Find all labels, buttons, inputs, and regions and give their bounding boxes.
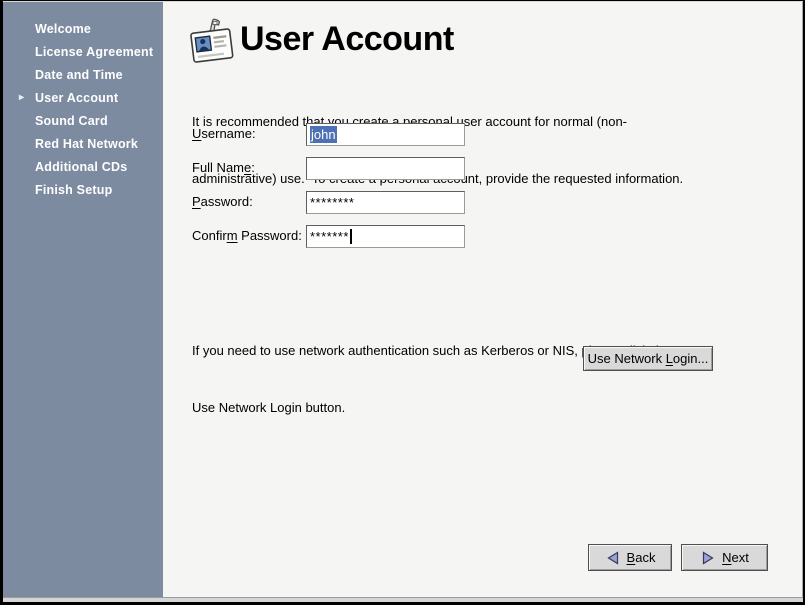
network-auth-line: Use Network Login button. — [192, 398, 670, 417]
sidebar-item-license-agreement: License Agreement — [3, 40, 163, 63]
sidebar-item-red-hat-network: Red Hat Network — [3, 132, 163, 155]
sidebar-item-finish-setup: Finish Setup — [3, 178, 163, 201]
window-content: Welcome License Agreement Date and Time … — [3, 1, 803, 602]
network-auth-text: If you need to use network authenticatio… — [192, 303, 670, 455]
full-name-input[interactable] — [306, 157, 465, 180]
sidebar-item-label: Additional CDs — [35, 160, 127, 174]
sidebar-item-date-and-time: Date and Time — [3, 63, 163, 86]
sidebar-item-welcome: Welcome — [3, 17, 163, 40]
page-title: User Account — [240, 20, 454, 59]
full-name-label: Full Name: — [192, 160, 255, 175]
selected-text: john — [310, 126, 337, 143]
confirm-password-input[interactable]: ******* — [306, 225, 465, 248]
next-button[interactable]: Next — [681, 544, 768, 571]
password-label: Password: — [192, 194, 253, 209]
sidebar-item-label: User Account — [35, 91, 118, 105]
active-step-arrow-icon: ▸ — [19, 92, 35, 103]
sidebar-item-label: Welcome — [35, 22, 91, 36]
sidebar-item-label: Date and Time — [35, 68, 123, 82]
back-label: Back — [627, 550, 656, 565]
password-input[interactable]: ******** — [306, 191, 465, 214]
back-button[interactable]: Back — [588, 544, 672, 571]
back-arrow-icon — [605, 550, 621, 566]
sidebar-item-label: Finish Setup — [35, 183, 112, 197]
sidebar-item-label: Red Hat Network — [35, 137, 138, 151]
sidebar-item-additional-cds: Additional CDs — [3, 155, 163, 178]
username-input[interactable]: john — [306, 123, 465, 146]
use-network-login-label: Use Network Login... — [588, 351, 709, 366]
sidebar-item-user-account: ▸ User Account — [3, 86, 163, 109]
sidebar-item-label: License Agreement — [35, 45, 153, 59]
window-bottom-edge — [3, 597, 803, 602]
sidebar: Welcome License Agreement Date and Time … — [3, 2, 163, 597]
masked-password-text: ******* — [310, 229, 349, 244]
username-label: Username: — [192, 126, 256, 141]
masked-password-text: ******** — [310, 195, 354, 210]
confirm-password-label: Confirm Password: — [192, 228, 302, 243]
sidebar-item-sound-card: Sound Card — [3, 109, 163, 132]
sidebar-item-label: Sound Card — [35, 114, 108, 128]
text-caret — [350, 229, 352, 244]
id-badge-icon — [187, 15, 237, 74]
use-network-login-button[interactable]: Use Network Login... — [583, 346, 713, 371]
next-label: Next — [722, 550, 749, 565]
setup-wizard-window: Welcome License Agreement Date and Time … — [0, 0, 805, 605]
next-arrow-icon — [700, 550, 716, 566]
